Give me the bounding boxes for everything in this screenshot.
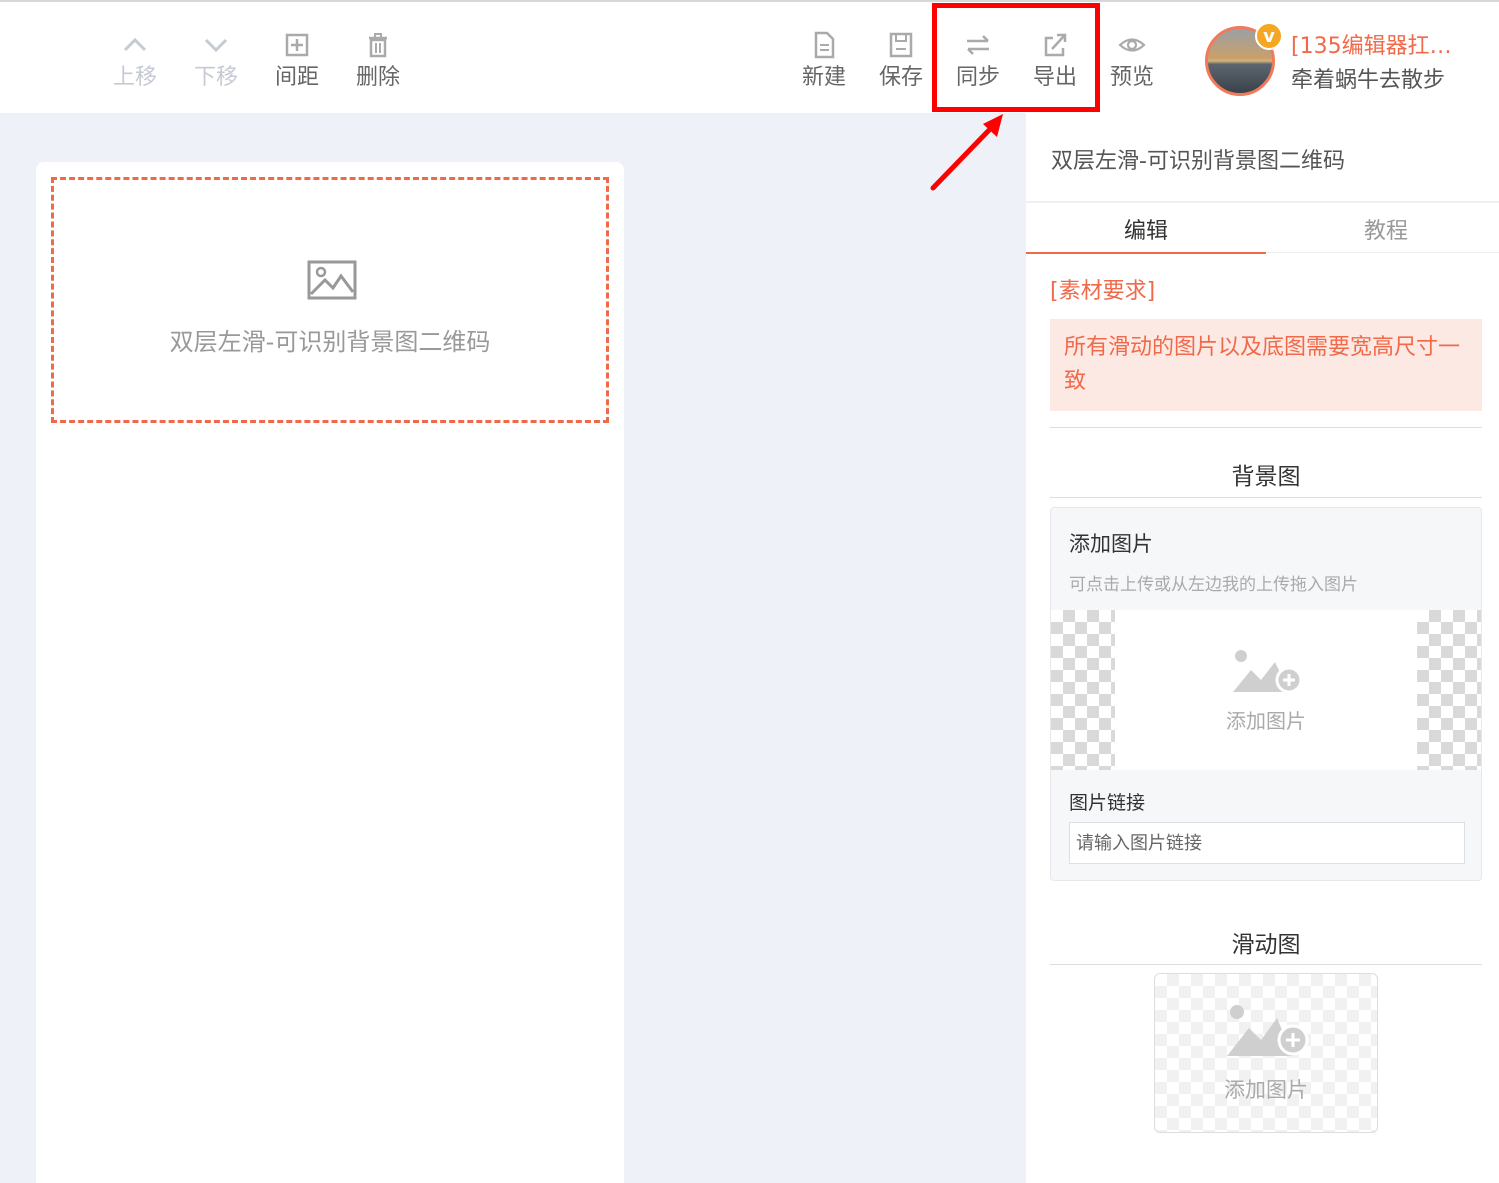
chevron-up-icon	[123, 37, 147, 52]
red-arrow-icon	[930, 114, 1003, 191]
preview-button[interactable]: 预览	[1102, 30, 1162, 92]
spacing-icon	[285, 33, 309, 57]
new-file-icon	[814, 31, 835, 59]
transparency-pattern	[1051, 610, 1115, 770]
tab-edit[interactable]: 编辑	[1026, 213, 1266, 245]
save-icon	[889, 32, 913, 58]
move-down-label: 下移	[193, 65, 238, 90]
settings-panel: 双层左滑-可识别背景图二维码 编辑 教程 [素材要求] 所有滑动的图片以及底图需…	[1026, 113, 1499, 1183]
move-down-button[interactable]: 下移	[186, 30, 246, 92]
image-link-input[interactable]	[1069, 822, 1465, 864]
delete-label: 删除	[355, 65, 400, 90]
background-image-card: 添加图片 可点击上传或从左边我的上传拖入图片 添加图片 图片链接	[1050, 507, 1482, 881]
editor-canvas: 双层左滑-可识别背景图二维码	[36, 162, 624, 1183]
tab-tutorial[interactable]: 教程	[1266, 213, 1499, 245]
vip-badge: v	[1255, 22, 1283, 50]
save-button[interactable]: 保存	[871, 30, 931, 92]
transparency-pattern	[1417, 610, 1481, 770]
image-link-label: 图片链接	[1069, 792, 1146, 814]
add-image-icon	[1227, 1005, 1309, 1056]
divider	[1050, 964, 1482, 965]
eye-icon	[1118, 38, 1146, 52]
new-button[interactable]: 新建	[794, 30, 854, 92]
requirement-notice: 所有滑动的图片以及底图需要宽高尺寸一致	[1050, 319, 1482, 411]
new-label: 新建	[801, 65, 846, 90]
divider	[1050, 497, 1482, 498]
delete-button[interactable]: 删除	[348, 30, 408, 92]
user-profile[interactable]: v [135编辑器扛… 牵着蜗牛去散步	[1205, 22, 1495, 102]
add-image-icon	[1233, 650, 1303, 694]
add-image-label: 添加图片	[1226, 709, 1306, 733]
slide-image-upload[interactable]: 添加图片	[1154, 973, 1378, 1133]
move-up-label: 上移	[112, 65, 157, 90]
placeholder-text: 双层左滑-可识别背景图二维码	[169, 328, 491, 356]
add-image-label: 添加图片	[1224, 1078, 1308, 1102]
chevron-down-icon	[204, 38, 228, 53]
preview-label: 预览	[1109, 65, 1154, 90]
save-label: 保存	[878, 65, 923, 90]
divider	[1050, 427, 1482, 428]
image-icon	[307, 260, 357, 300]
background-section-title: 背景图	[1231, 464, 1301, 490]
requirement-label: [素材要求]	[1050, 279, 1156, 304]
divider	[1026, 201, 1499, 203]
template-placeholder[interactable]: 双层左滑-可识别背景图二维码	[51, 177, 609, 423]
add-image-heading: 添加图片	[1069, 532, 1153, 556]
spacing-label: 间距	[274, 65, 319, 90]
move-up-button[interactable]: 上移	[105, 30, 165, 92]
spacing-button[interactable]: 间距	[267, 30, 327, 92]
slide-section-title: 滑动图	[1231, 932, 1301, 958]
active-tab-indicator	[1026, 252, 1266, 254]
upload-hint: 可点击上传或从左边我的上传拖入图片	[1069, 575, 1358, 595]
top-toolbar: 上移 下移 间距 删除 新建 保存 同步 导出 预览 v [135编辑器扛… 牵…	[0, 0, 1499, 113]
user-tag: [135编辑器扛…	[1291, 34, 1452, 59]
panel-title: 双层左滑-可识别背景图二维码	[1051, 149, 1345, 174]
background-upload-area[interactable]: 添加图片	[1051, 610, 1481, 770]
user-name: 牵着蜗牛去散步	[1291, 68, 1446, 93]
panel-tabs: 编辑 教程	[1026, 205, 1499, 253]
highlight-box	[932, 3, 1100, 112]
trash-icon	[369, 33, 387, 58]
